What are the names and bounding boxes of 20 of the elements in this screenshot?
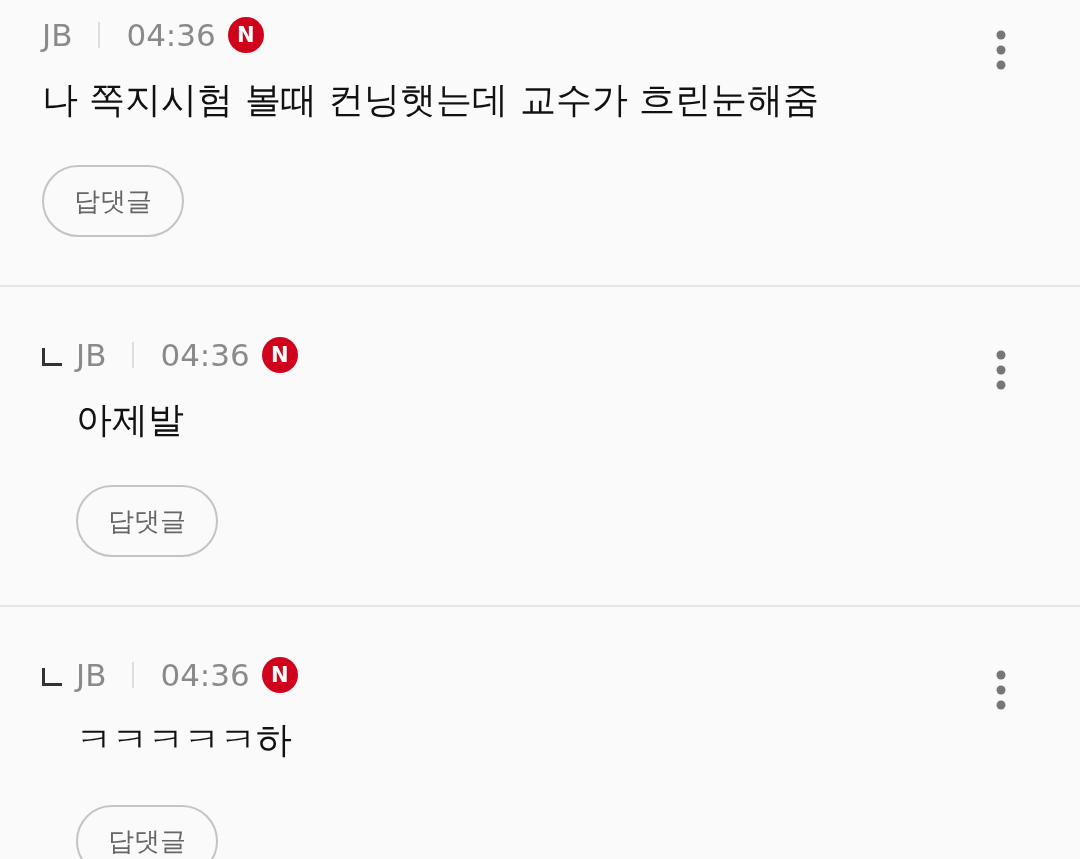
comment-text: ㅋㅋㅋㅋㅋ하 xyxy=(76,718,293,762)
comment-time: 04:36 xyxy=(160,657,250,693)
author-name: JB xyxy=(76,657,107,693)
comment-text: 나 쪽지시험 볼때 컨닝햇는데 교수가 흐린눈해줌 xyxy=(42,78,821,122)
more-options-icon[interactable] xyxy=(996,670,1006,710)
reply-button[interactable]: 답댓글 xyxy=(76,805,218,859)
new-badge: N xyxy=(227,17,264,53)
reply-button[interactable]: 답댓글 xyxy=(76,485,218,557)
more-options-icon[interactable] xyxy=(996,30,1006,70)
author-name: JB xyxy=(42,17,73,53)
comment-text: 아제발 xyxy=(76,398,185,442)
reply-indent-icon xyxy=(42,668,62,686)
reply-button[interactable]: 답댓글 xyxy=(42,165,184,237)
new-badge: N xyxy=(261,657,298,693)
comment-time: 04:36 xyxy=(160,337,250,373)
new-badge: N xyxy=(261,337,298,373)
comment-time: 04:36 xyxy=(126,17,216,53)
reply-indent-icon xyxy=(42,348,62,366)
author-name: JB xyxy=(76,337,107,373)
more-options-icon[interactable] xyxy=(996,350,1006,390)
